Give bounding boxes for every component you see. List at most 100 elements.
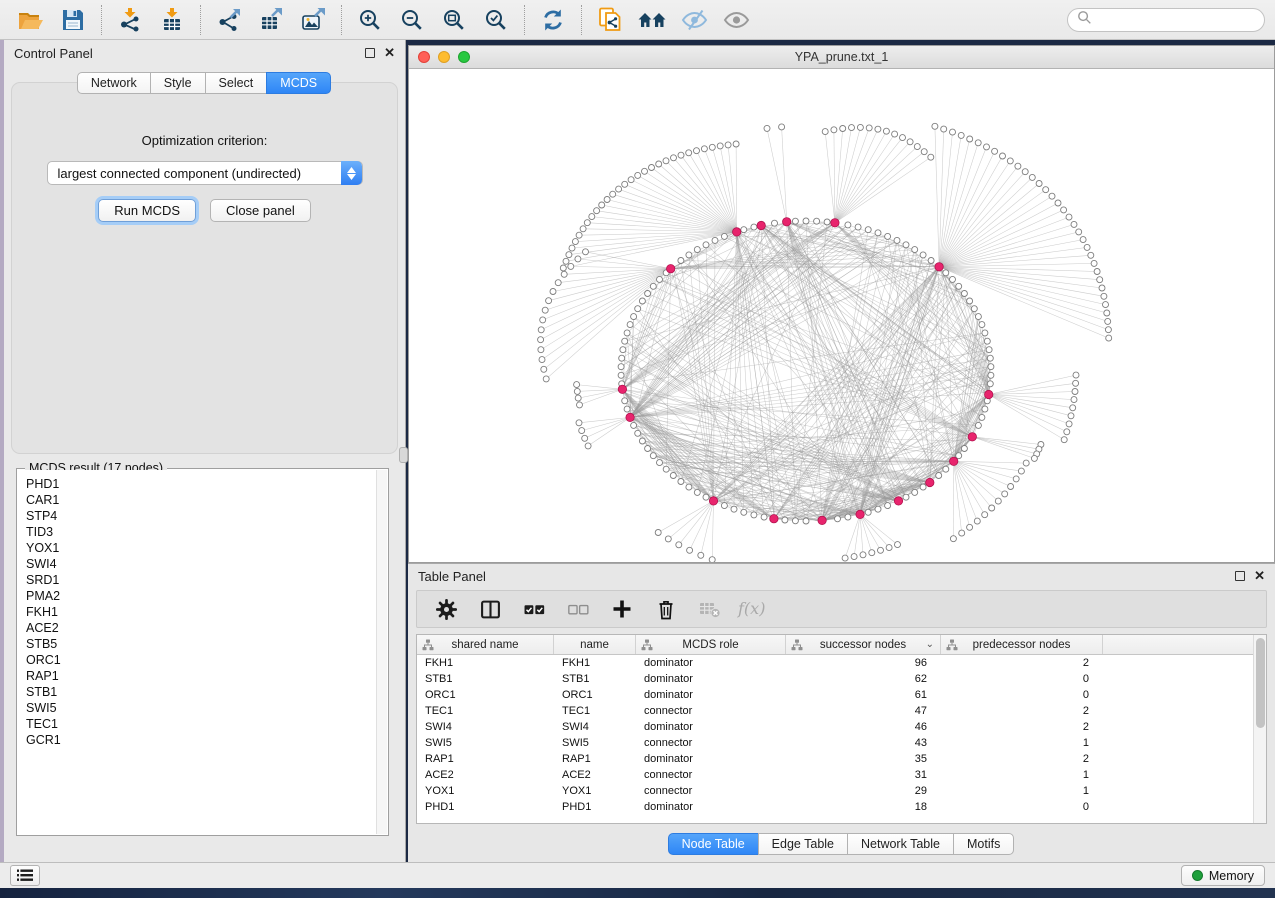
criterion-dropdown[interactable]: largest connected component (undirected) [47, 161, 363, 185]
cell-shared_name[interactable]: PHD1 [417, 799, 554, 815]
table-row[interactable]: SWI5SWI5connector431 [417, 735, 1266, 751]
save-session-icon[interactable] [52, 3, 94, 37]
cell-successor_nodes[interactable]: 62 [786, 671, 941, 687]
open-file-icon[interactable] [10, 3, 52, 37]
network-graph[interactable] [409, 69, 1274, 562]
mcds-result-item[interactable]: PHD1 [26, 476, 387, 492]
table-row[interactable]: ACE2ACE2connector311 [417, 767, 1266, 783]
cell-shared_name[interactable]: TEC1 [417, 703, 554, 719]
show-panels-list-icon[interactable] [10, 865, 40, 886]
network-canvas[interactable] [409, 69, 1274, 562]
zoom-out-icon[interactable] [391, 3, 433, 37]
show-column-panel-icon[interactable] [473, 594, 507, 624]
cell-name[interactable]: YOX1 [554, 783, 636, 799]
cell-successor_nodes[interactable]: 46 [786, 719, 941, 735]
table-row[interactable]: SWI4SWI4dominator462 [417, 719, 1266, 735]
cell-shared_name[interactable]: FKH1 [417, 655, 554, 671]
tab-network[interactable]: Network [77, 72, 151, 94]
sort-indicator-icon[interactable]: ⌄ [926, 639, 934, 650]
panel-splitter-handle[interactable] [399, 447, 408, 463]
cell-predecessor_nodes[interactable]: 0 [941, 799, 1103, 815]
column-header-shared-name[interactable]: shared name [417, 635, 554, 654]
cell-predecessor_nodes[interactable]: 2 [941, 655, 1103, 671]
cell-predecessor_nodes[interactable]: 1 [941, 767, 1103, 783]
cell-successor_nodes[interactable]: 47 [786, 703, 941, 719]
tab-network-table[interactable]: Network Table [847, 833, 954, 855]
cell-mcds_role[interactable]: dominator [636, 687, 786, 703]
show-all-icon[interactable] [715, 3, 757, 37]
cell-successor_nodes[interactable]: 35 [786, 751, 941, 767]
table-row[interactable]: PHD1PHD1dominator180 [417, 799, 1266, 815]
cell-successor_nodes[interactable]: 43 [786, 735, 941, 751]
cell-shared_name[interactable]: SWI5 [417, 735, 554, 751]
cell-mcds_role[interactable]: dominator [636, 655, 786, 671]
cell-predecessor_nodes[interactable]: 1 [941, 735, 1103, 751]
mcds-result-item[interactable]: SRD1 [26, 572, 387, 588]
delete-column-trash-icon[interactable] [649, 594, 683, 624]
deselect-all-columns-icon[interactable] [561, 594, 595, 624]
mcds-result-item[interactable]: STP4 [26, 508, 387, 524]
table-row[interactable]: TEC1TEC1connector472 [417, 703, 1266, 719]
zoom-selected-icon[interactable] [475, 3, 517, 37]
close-panel-icon[interactable]: ✕ [384, 48, 395, 58]
cell-shared_name[interactable]: STB1 [417, 671, 554, 687]
cell-successor_nodes[interactable]: 96 [786, 655, 941, 671]
float-panel-icon[interactable] [365, 48, 375, 58]
mcds-result-item[interactable]: GCR1 [26, 732, 387, 748]
table-row[interactable]: RAP1RAP1dominator352 [417, 751, 1266, 767]
network-window-titlebar[interactable]: YPA_prune.txt_1 [409, 46, 1274, 69]
cell-name[interactable]: ORC1 [554, 687, 636, 703]
cell-shared_name[interactable]: ACE2 [417, 767, 554, 783]
node-table[interactable]: shared namenameMCDS rolesuccessor nodes⌄… [416, 634, 1267, 824]
cell-shared_name[interactable]: SWI4 [417, 719, 554, 735]
table-scrollbar-thumb[interactable] [1256, 638, 1265, 728]
first-neighbors-icon[interactable] [631, 3, 673, 37]
cell-name[interactable]: FKH1 [554, 655, 636, 671]
mcds-result-item[interactable]: ORC1 [26, 652, 387, 668]
mcds-result-item[interactable]: RAP1 [26, 668, 387, 684]
float-table-panel-icon[interactable] [1235, 571, 1245, 581]
cell-name[interactable]: ACE2 [554, 767, 636, 783]
column-header-name[interactable]: name [554, 635, 636, 654]
cell-mcds_role[interactable]: dominator [636, 751, 786, 767]
cell-name[interactable]: SWI5 [554, 735, 636, 751]
mcds-result-item[interactable]: STB5 [26, 636, 387, 652]
cell-predecessor_nodes[interactable]: 0 [941, 671, 1103, 687]
tab-style[interactable]: Style [150, 72, 206, 94]
mcds-list-scrollbar[interactable] [376, 470, 387, 834]
cell-predecessor_nodes[interactable]: 1 [941, 783, 1103, 799]
cell-mcds_role[interactable]: connector [636, 703, 786, 719]
cell-successor_nodes[interactable]: 31 [786, 767, 941, 783]
zoom-fit-icon[interactable] [433, 3, 475, 37]
zoom-in-icon[interactable] [349, 3, 391, 37]
mcds-result-item[interactable]: FKH1 [26, 604, 387, 620]
cell-shared_name[interactable]: ORC1 [417, 687, 554, 703]
cell-mcds_role[interactable]: dominator [636, 799, 786, 815]
tab-motifs[interactable]: Motifs [953, 833, 1014, 855]
mcds-result-item[interactable]: PMA2 [26, 588, 387, 604]
table-row[interactable]: FKH1FKH1dominator962 [417, 655, 1266, 671]
import-table-icon[interactable] [151, 3, 193, 37]
cell-shared_name[interactable]: RAP1 [417, 751, 554, 767]
table-scrollbar[interactable] [1253, 635, 1266, 823]
export-network-icon[interactable] [208, 3, 250, 37]
cell-successor_nodes[interactable]: 61 [786, 687, 941, 703]
table-row[interactable]: STB1STB1dominator620 [417, 671, 1266, 687]
cell-predecessor_nodes[interactable]: 2 [941, 751, 1103, 767]
cell-successor_nodes[interactable]: 29 [786, 783, 941, 799]
mcds-result-item[interactable]: TEC1 [26, 716, 387, 732]
refresh-view-icon[interactable] [532, 3, 574, 37]
mcds-result-item[interactable]: SWI5 [26, 700, 387, 716]
export-image-icon[interactable] [292, 3, 334, 37]
close-panel-button[interactable]: Close panel [210, 199, 311, 222]
column-header-predecessor-nodes[interactable]: predecessor nodes [941, 635, 1103, 654]
import-network-icon[interactable] [109, 3, 151, 37]
memory-button[interactable]: Memory [1181, 865, 1265, 886]
mcds-result-item[interactable]: STB1 [26, 684, 387, 700]
cell-name[interactable]: PHD1 [554, 799, 636, 815]
cell-predecessor_nodes[interactable]: 0 [941, 687, 1103, 703]
column-header-successor-nodes[interactable]: successor nodes⌄ [786, 635, 941, 654]
search-input[interactable] [1067, 8, 1265, 32]
cell-mcds_role[interactable]: dominator [636, 719, 786, 735]
clone-network-icon[interactable] [589, 3, 631, 37]
